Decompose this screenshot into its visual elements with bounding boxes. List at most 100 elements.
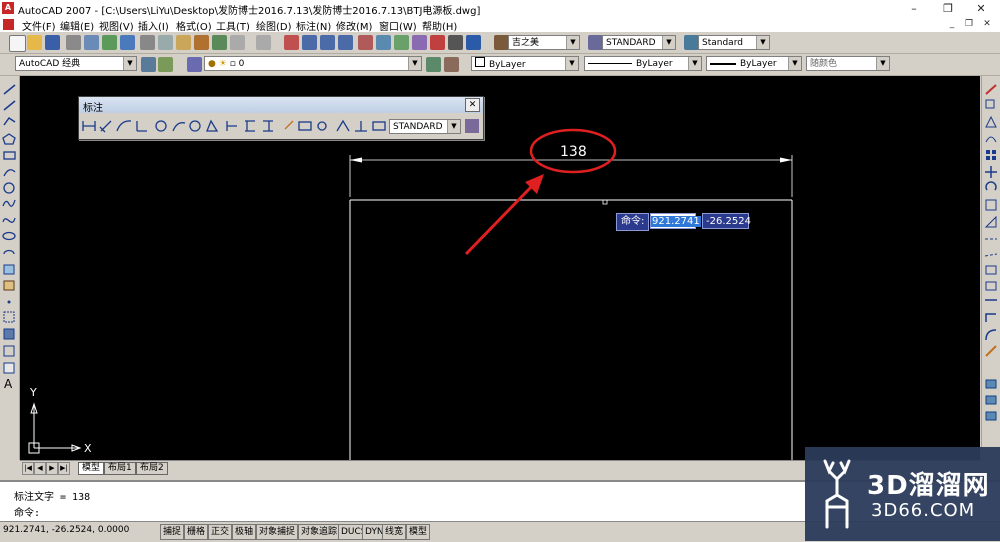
open-file-icon[interactable] <box>27 35 42 50</box>
dimension-update-icon[interactable] <box>372 121 386 131</box>
ellipse-icon[interactable] <box>2 231 16 241</box>
menu-insert[interactable]: 插入(I) <box>138 18 169 33</box>
workspace-combo[interactable]: AutoCAD 经典 ▼ <box>15 56 137 71</box>
polar-toggle[interactable]: 极轴 <box>232 524 257 540</box>
dyn-x-input[interactable]: 921.2741 <box>650 213 701 229</box>
stretch-icon[interactable] <box>984 215 997 228</box>
3d-dwf-icon[interactable] <box>120 35 135 50</box>
publish-icon[interactable] <box>102 35 117 50</box>
radius-dimension-icon[interactable] <box>155 120 167 132</box>
aligned-dimension-icon[interactable] <box>99 120 112 133</box>
properties-icon[interactable] <box>358 35 373 50</box>
doc-minimize-button[interactable]: _ <box>945 18 959 30</box>
design-center-icon[interactable] <box>376 35 391 50</box>
undo-icon[interactable] <box>230 35 245 50</box>
dimension-style-manager-icon[interactable] <box>465 119 479 133</box>
spline-icon[interactable] <box>2 217 16 223</box>
osnap-toggle[interactable]: 对象捕捉 <box>256 524 299 540</box>
ordinate-dimension-icon[interactable] <box>136 121 147 132</box>
polyline-icon[interactable] <box>3 116 16 126</box>
dimension-edit-icon[interactable] <box>336 119 350 132</box>
dimension-text-edit-icon[interactable] <box>355 121 367 132</box>
zoom-window-icon[interactable] <box>320 35 335 50</box>
baseline-dimension-icon[interactable] <box>245 120 255 132</box>
region-icon[interactable] <box>3 345 15 357</box>
hatch-icon[interactable] <box>3 311 15 323</box>
plot-preview-icon[interactable] <box>84 35 99 50</box>
fillet-icon[interactable] <box>985 329 997 341</box>
color-combo[interactable]: ByLayer ▼ <box>471 56 579 71</box>
otrack-toggle[interactable]: 对象追踪 <box>298 524 341 540</box>
table-style-icon[interactable] <box>684 35 699 50</box>
model-toggle[interactable]: 模型 <box>406 524 431 540</box>
lineweight-toggle[interactable]: 线宽 <box>382 524 407 540</box>
close-icon[interactable]: ✕ <box>465 98 480 112</box>
menu-modify[interactable]: 修改(M) <box>336 18 372 33</box>
font-combo[interactable]: 吉之美 ▼ <box>508 35 580 50</box>
restore-button[interactable]: ❐ <box>931 0 965 17</box>
polygon-icon[interactable] <box>2 133 16 145</box>
menu-view[interactable]: 视图(V) <box>99 18 134 33</box>
extend-icon[interactable] <box>984 253 998 257</box>
first-tab-icon[interactable]: |◀ <box>22 462 34 475</box>
quick-leader-icon[interactable] <box>284 120 294 130</box>
revision-cloud-icon[interactable] <box>2 199 16 207</box>
menu-tools[interactable]: 工具(T) <box>216 18 250 33</box>
draw-order-back-icon[interactable] <box>985 411 997 421</box>
circle-icon[interactable] <box>3 182 15 194</box>
block-editor-icon[interactable] <box>212 35 227 50</box>
make-block-icon[interactable] <box>3 280 15 291</box>
rotate-icon[interactable] <box>985 181 997 191</box>
break-at-point-icon[interactable] <box>985 265 997 275</box>
move-icon[interactable] <box>985 166 997 178</box>
linetype-combo[interactable]: ByLayer ▼ <box>584 56 702 71</box>
last-tab-icon[interactable]: ▶| <box>58 462 70 475</box>
quick-dimension-icon[interactable] <box>226 121 237 131</box>
jogged-dimension-icon[interactable] <box>172 122 186 132</box>
text-style-icon[interactable] <box>494 35 509 50</box>
continue-dimension-icon[interactable] <box>263 120 273 132</box>
lineweight-combo[interactable]: ByLayer ▼ <box>706 56 802 71</box>
doc-close-button[interactable]: ✕ <box>980 18 994 30</box>
draw-order-icon[interactable] <box>985 379 997 389</box>
next-tab-icon[interactable]: ▶ <box>46 462 58 475</box>
scale-icon[interactable] <box>985 199 997 211</box>
dimension-toolbar-header[interactable]: 标注 ✕ <box>79 97 483 114</box>
zoom-realtime-icon[interactable] <box>302 35 317 50</box>
construction-line-icon[interactable] <box>3 100 16 111</box>
menu-format[interactable]: 格式(O) <box>176 18 212 33</box>
menu-help[interactable]: 帮助(H) <box>422 18 457 33</box>
zoom-previous-icon[interactable] <box>338 35 353 50</box>
insert-block-icon[interactable] <box>3 264 15 275</box>
table-icon[interactable] <box>3 362 15 374</box>
cut-icon[interactable] <box>140 35 155 50</box>
match-properties-icon[interactable] <box>194 35 209 50</box>
angular-dimension-icon[interactable] <box>206 119 219 132</box>
multiline-text-icon[interactable]: A <box>4 377 13 391</box>
new-file-icon[interactable] <box>9 35 26 52</box>
layer-manager-icon[interactable] <box>187 57 202 72</box>
snap-toggle[interactable]: 捕捉 <box>160 524 185 540</box>
linear-dimension-icon[interactable] <box>82 121 96 131</box>
plotstyle-combo[interactable]: 随颜色 ▼ <box>806 56 890 71</box>
doc-restore-button[interactable]: ❐ <box>962 18 976 30</box>
mirror-icon[interactable] <box>985 115 997 128</box>
tab-layout2[interactable]: 布局2 <box>136 462 168 475</box>
ortho-toggle[interactable]: 正交 <box>208 524 233 540</box>
menu-draw[interactable]: 绘图(D) <box>256 18 292 33</box>
grip-point[interactable] <box>602 199 608 205</box>
dim-style-icon[interactable] <box>588 35 603 50</box>
explode-icon[interactable] <box>985 345 997 357</box>
sheet-set-icon[interactable] <box>412 35 427 50</box>
break-icon[interactable] <box>985 281 997 291</box>
close-button[interactable]: ✕ <box>964 0 998 17</box>
pan-icon[interactable] <box>284 35 299 50</box>
workspace-save-icon[interactable] <box>158 57 173 72</box>
line-icon[interactable] <box>3 84 16 95</box>
dimension-style-combo[interactable]: STANDARD ▼ <box>389 119 461 134</box>
array-icon[interactable] <box>986 150 996 160</box>
copy-object-icon[interactable] <box>985 99 995 109</box>
menu-window[interactable]: 窗口(W) <box>379 18 417 33</box>
paste-icon[interactable] <box>176 35 191 50</box>
save-icon[interactable] <box>45 35 60 50</box>
